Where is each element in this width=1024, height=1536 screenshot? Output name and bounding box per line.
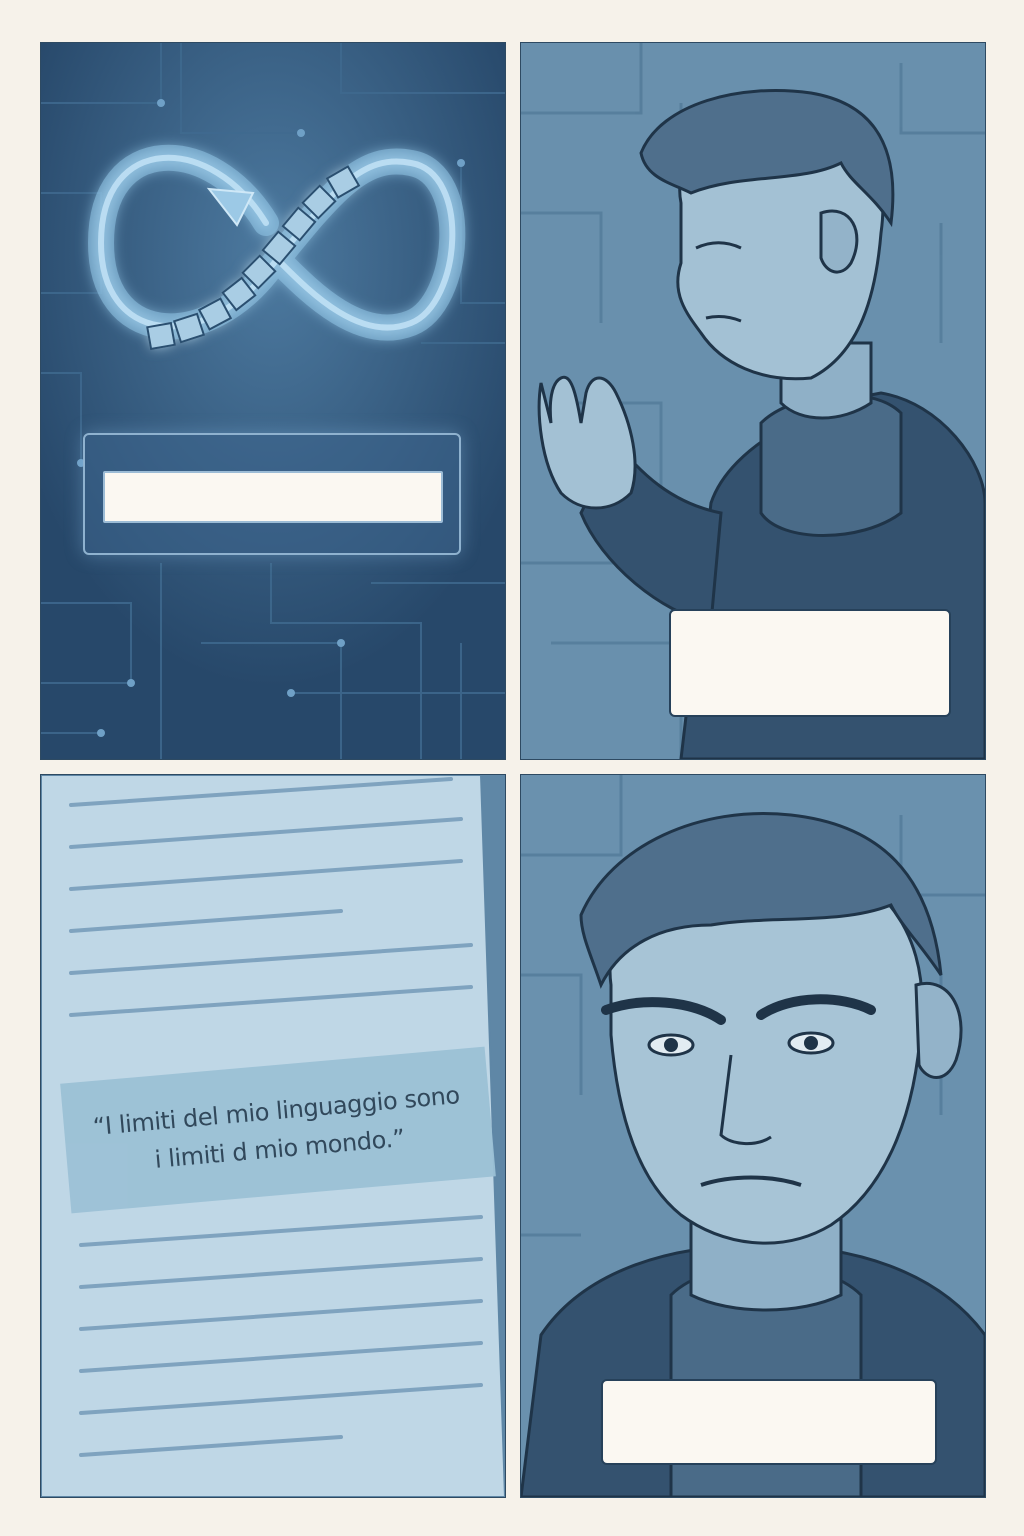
caption-box <box>601 1379 937 1465</box>
circuit-background <box>41 43 505 759</box>
caption-frame <box>83 433 461 555</box>
panel-man-frowning <box>520 774 986 1498</box>
quote-text: “I limiti del mio linguaggio sono i limi… <box>91 1081 461 1174</box>
caption-box <box>669 609 951 717</box>
panel-man-touching-wall <box>520 42 986 760</box>
caption-box <box>103 471 443 523</box>
panel-infinity <box>40 42 506 760</box>
panel-document-quote: “I limiti del mio linguaggio sono i limi… <box>40 774 506 1498</box>
